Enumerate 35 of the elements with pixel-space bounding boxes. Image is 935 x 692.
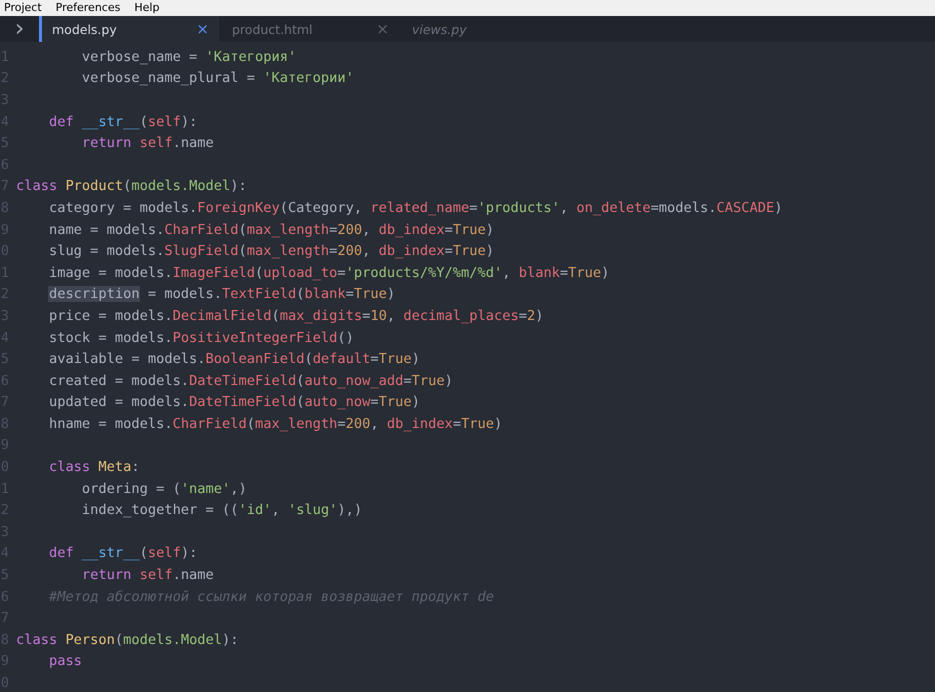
tab-label: views.py xyxy=(412,22,467,36)
sidebar-toggle-button[interactable]: › xyxy=(0,16,39,42)
code-line: slug = models.SlugField(max_length=200, db_index=True) xyxy=(48,243,494,260)
code-line: class Product(models.Model): xyxy=(16,178,247,194)
code-line: image = models.ImageField(upload_to='products/%Y/%m/%d', blank=True) xyxy=(48,264,610,281)
code-line: available = models.BooleanField(default=True) xyxy=(48,351,420,368)
tab-label: product.html xyxy=(232,22,313,36)
code-line: hname = models.CharField(max_length=200, db_index=True) xyxy=(48,416,502,432)
file-tab[interactable]: product.html × xyxy=(219,16,399,42)
code-line: class Person(models.Model): xyxy=(16,632,239,648)
code-line: index_together = (('id', 'slug'),) xyxy=(80,502,362,518)
code-line: return self.name xyxy=(80,567,214,584)
code-line: pass xyxy=(48,653,82,670)
code-line: ordering = ('name',) xyxy=(80,480,247,497)
close-icon[interactable]: × xyxy=(196,20,209,38)
code-line: name = models.CharField(max_length=200, db_index=True) xyxy=(48,222,494,238)
code-line: updated = models.DateTimeField(auto_now=True) xyxy=(48,394,420,410)
code-line: created = models.DateTimeField(auto_now_add=True) xyxy=(48,372,453,389)
file-tab[interactable]: models.py × xyxy=(39,16,219,42)
code-line: stock = models.PositiveIntegerField() xyxy=(48,330,354,346)
code-line: category = models.ForeignKey(Category, related_name='products', on_delete=models.CASCADE) xyxy=(48,200,782,216)
file-tab[interactable]: views.py xyxy=(399,16,579,42)
code-line: def __str__(self): xyxy=(48,545,198,562)
code-line: verbose_name = 'Категория' xyxy=(80,48,296,65)
tab-label: models.py xyxy=(52,22,117,36)
code-line: #Метод абсолютной ссылки которая возвращает продукт de xyxy=(48,588,494,605)
code-line: verbose_name_plural = 'Категории' xyxy=(80,70,354,86)
code-line: price = models.DecimalField(max_digits=10, decimal_places=2) xyxy=(48,308,544,324)
menu-item[interactable]: Help xyxy=(134,1,160,15)
menu-item[interactable]: Preferences xyxy=(56,1,120,15)
menu-item[interactable]: Project xyxy=(4,1,42,15)
code-line: class Meta: xyxy=(48,459,140,476)
code-line: return self.name xyxy=(80,135,214,152)
code-line: def __str__(self): xyxy=(48,114,198,130)
code-line: description = models.TextField(blank=True) xyxy=(16,286,396,302)
